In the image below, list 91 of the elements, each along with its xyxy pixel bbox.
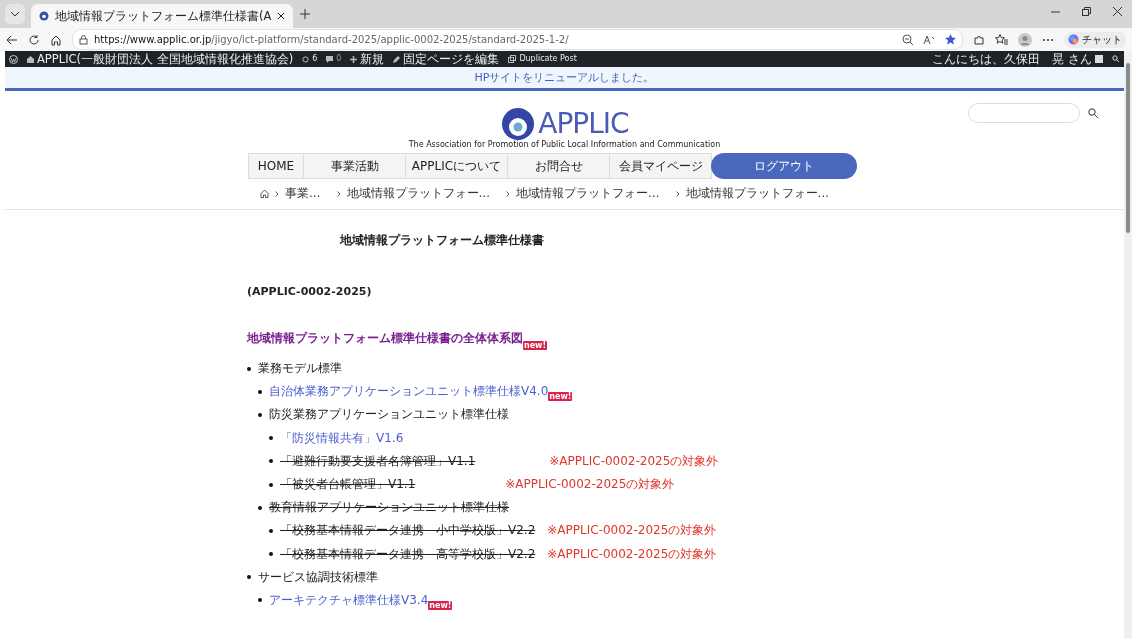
comments-count[interactable]: 0 <box>336 52 342 66</box>
site-favicon-icon <box>39 11 49 21</box>
site-tagline: The Association for Promotion of Public Local Information and Communication <box>408 140 721 149</box>
breadcrumb-link[interactable]: 事業… <box>285 186 321 201</box>
avatar-icon <box>1095 55 1103 63</box>
address-bar[interactable]: https://www.applic.or.jp/jigyo/ict-platform/standard-2025/applic-0002-2025/standard-2025-1-2/ <box>72 29 963 50</box>
bullet-icon <box>258 505 262 510</box>
home-icon <box>27 55 34 63</box>
document-link[interactable]: 「防災情報共有」V1.6 <box>280 429 404 447</box>
bullet-icon <box>269 552 273 557</box>
exclusion-note: ※APPLIC-0002-2025の対象外 <box>547 545 717 563</box>
profile-avatar-icon[interactable] <box>1018 32 1032 47</box>
overview-link[interactable]: 地域情報プラットフォーム標準仕様書の全体体系図 <box>247 330 523 347</box>
exclusion-note: ※APPLIC-0002-2025の対象外 <box>547 522 717 540</box>
page-title: 地域情報プラットフォーム標準仕様書 <box>338 232 545 249</box>
url-text: https://www.applic.or.jp/jigyo/ict-platform/standard-2025/applic-0002-2025/standard-2025-1-2/ <box>94 34 569 45</box>
comment-icon <box>326 55 334 63</box>
bullet-icon <box>247 366 251 371</box>
chevron-icon <box>506 190 510 197</box>
updates-icon <box>302 55 310 63</box>
bullet-icon <box>269 436 273 441</box>
list-item-text: 「被災者台帳管理」V1.1 <box>280 476 416 494</box>
notice-text: HPサイトをリニューアルしました。 <box>474 70 655 85</box>
updates-count[interactable]: 6 <box>312 52 318 66</box>
zoom-out-icon[interactable] <box>902 34 913 45</box>
exclusion-note: ※APPLIC-0002-2025の対象外 <box>505 476 675 494</box>
more-icon[interactable] <box>1042 37 1054 42</box>
restore-icon[interactable] <box>1082 6 1091 16</box>
copilot-logo-icon <box>1068 34 1079 45</box>
plus-icon <box>350 55 358 63</box>
scrollbar[interactable] <box>1124 51 1132 639</box>
admin-site-link[interactable]: APPLIC(一般財団法人 全国地域情報化推進協会) <box>37 52 294 66</box>
list-item-text: 「校務基本情報データ連携 小中学校版」V2.2 <box>280 522 536 540</box>
copy-icon <box>508 55 517 63</box>
exclusion-note: ※APPLIC-0002-2025の対象外 <box>549 452 719 470</box>
list-item-text: 「校務基本情報データ連携 高等学校版」V2.2 <box>280 545 536 563</box>
wordpress-logo-icon[interactable] <box>9 54 18 64</box>
admin-edit-link[interactable]: 固定ページを編集 <box>403 52 500 66</box>
back-icon[interactable] <box>6 33 18 46</box>
breadcrumb-link[interactable]: 地域情報プラットフォー… <box>516 186 660 201</box>
new-badge: new! <box>428 601 453 611</box>
nav-tab[interactable]: APPLICについて <box>405 153 508 179</box>
bullet-icon <box>258 389 262 394</box>
pencil-icon <box>393 55 401 63</box>
read-aloud-icon[interactable] <box>923 34 935 45</box>
nav-tab[interactable]: 事業活動 <box>303 153 406 179</box>
nav-tab[interactable]: HOME <box>248 153 304 179</box>
browser-tab[interactable]: 地域情報プラットフォーム標準仕様書(A <box>31 4 294 28</box>
search-field[interactable] <box>968 103 1080 123</box>
breadcrumb-link[interactable]: 地域情報プラットフォー… <box>346 186 490 201</box>
bullet-icon <box>247 575 251 580</box>
chevron-icon <box>336 190 341 197</box>
nav-tab[interactable]: お問合せ <box>507 153 610 179</box>
favorites-icon[interactable] <box>995 34 1008 45</box>
list-item-text: 防災業務アプリケーションユニット標準仕様 <box>269 406 509 424</box>
breadcrumb-link[interactable]: 地域情報プラットフォー… <box>685 186 829 201</box>
search-icon[interactable] <box>1088 108 1098 118</box>
lock-icon <box>79 34 88 45</box>
document-link[interactable]: アーキテクチャ標準仕様V3.4 <box>269 591 429 609</box>
new-badge: new! <box>548 392 573 402</box>
bullet-icon <box>258 598 262 603</box>
duplicate-post-link[interactable]: Duplicate Post <box>519 52 577 66</box>
star-icon[interactable] <box>945 34 956 45</box>
list-item-text: サービス協調技術標準 <box>258 568 378 586</box>
tab-title: 地域情報プラットフォーム標準仕様書(A <box>55 8 272 24</box>
list-item-text: 「避難行動要支援者名簿管理」V1.1 <box>280 452 476 470</box>
new-tab-icon[interactable] <box>299 8 312 20</box>
admin-new-link[interactable]: 新規 <box>360 52 385 66</box>
list-item-text: 業務モデル標準 <box>258 360 342 378</box>
bullet-icon <box>269 528 273 533</box>
admin-greeting[interactable]: こんにちは、久保田 晃 さん <box>932 52 1092 66</box>
home-icon[interactable] <box>50 33 62 46</box>
close-icon[interactable] <box>277 12 286 20</box>
document-link[interactable]: 自治体業務アプリケーションユニット標準仕様V4.0 <box>269 383 549 401</box>
close-icon[interactable] <box>1113 6 1122 16</box>
chevron-icon <box>275 190 279 197</box>
logout-button[interactable]: ログアウト <box>711 153 857 179</box>
bullet-icon <box>258 412 262 417</box>
new-badge: new! <box>523 341 548 350</box>
site-logo-text[interactable]: APPLIC <box>538 109 629 139</box>
bullet-icon <box>269 459 273 464</box>
bullet-icon <box>269 482 273 487</box>
list-item-text: 教育情報アプリケーションユニット標準仕様 <box>269 499 509 517</box>
chevron-icon <box>675 190 680 197</box>
copilot-button[interactable]: チャット <box>1064 31 1126 48</box>
nav-tab[interactable]: 会員マイページ <box>609 153 712 179</box>
search-icon[interactable] <box>1112 55 1120 63</box>
document-code: (APPLIC-0002-2025) <box>247 285 373 298</box>
reload-icon[interactable] <box>28 33 40 46</box>
home-icon[interactable] <box>260 189 269 198</box>
applic-logo-icon[interactable] <box>500 108 537 140</box>
